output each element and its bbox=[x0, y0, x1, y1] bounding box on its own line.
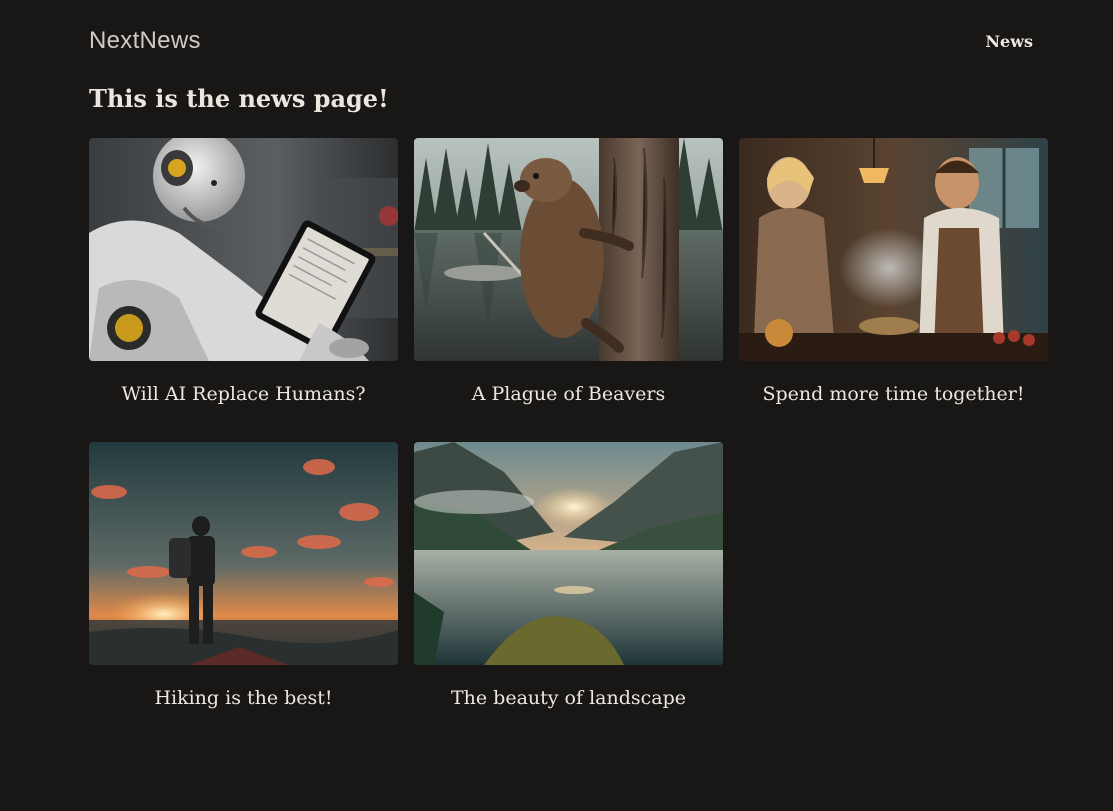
news-card-ai[interactable]: Will AI Replace Humans? bbox=[89, 138, 398, 418]
news-card-title: Will AI Replace Humans? bbox=[121, 383, 366, 405]
news-card-title: A Plague of Beavers bbox=[471, 383, 666, 405]
hiker-at-sunset-image[interactable] bbox=[89, 442, 398, 665]
news-card-title: Spend more time together! bbox=[762, 383, 1025, 405]
nav-link-news[interactable]: News bbox=[985, 32, 1033, 51]
brand-logo-link[interactable]: NextNews bbox=[89, 27, 201, 55]
robot-with-tablet-image[interactable] bbox=[89, 138, 398, 361]
site-header: NextNews News bbox=[89, 24, 1033, 58]
news-grid: Will AI Replace Humans? A Plague of Beav… bbox=[89, 138, 1049, 722]
mountain-lake-landscape-image[interactable] bbox=[414, 442, 723, 665]
news-card-beavers[interactable]: A Plague of Beavers bbox=[414, 138, 723, 418]
news-card-together[interactable]: Spend more time together! bbox=[739, 138, 1048, 418]
news-card-hiking[interactable]: Hiking is the best! bbox=[89, 442, 398, 722]
couple-cooking-image[interactable] bbox=[739, 138, 1048, 361]
news-card-landscape[interactable]: The beauty of landscape bbox=[414, 442, 723, 722]
news-card-title: Hiking is the best! bbox=[154, 687, 333, 709]
page-title: This is the news page! bbox=[89, 84, 389, 113]
news-card-title: The beauty of landscape bbox=[450, 687, 686, 709]
beaver-climbing-tree-image[interactable] bbox=[414, 138, 723, 361]
